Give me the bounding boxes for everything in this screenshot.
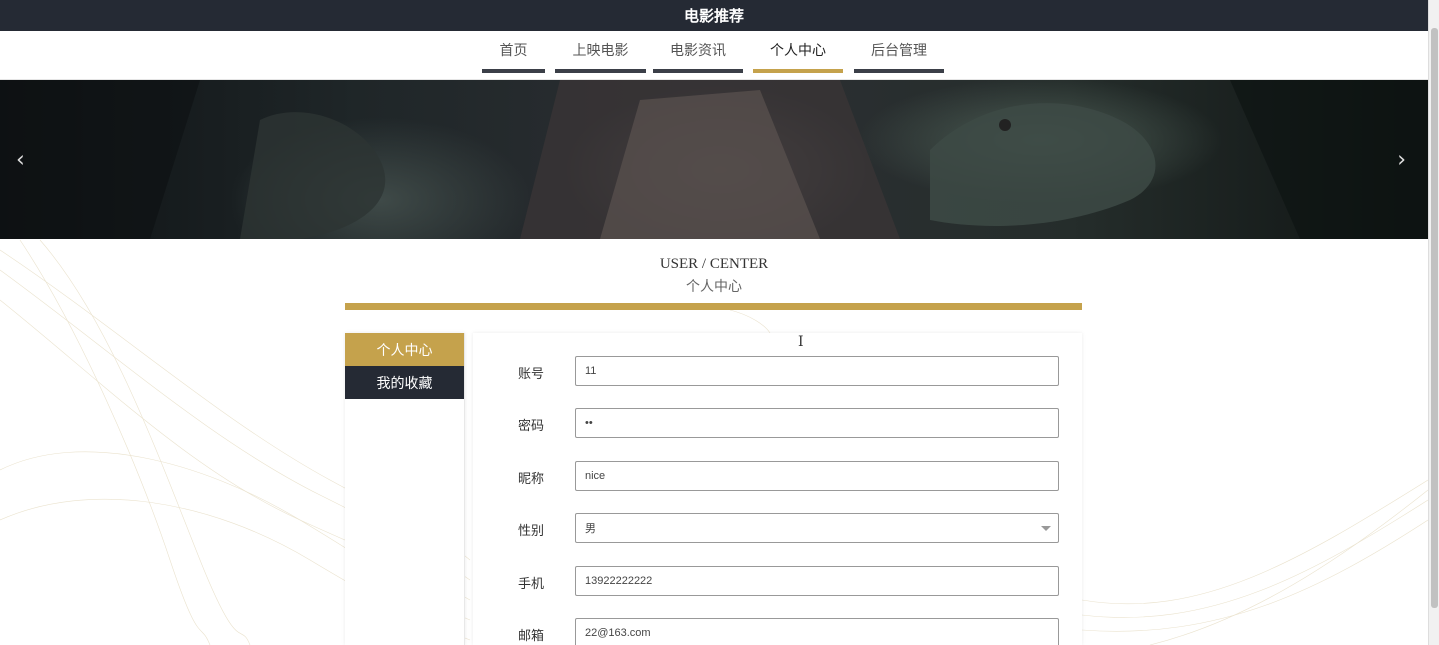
account-input[interactable]: 11 xyxy=(575,356,1059,386)
section-title-cn: 个人中心 xyxy=(686,279,742,295)
scrollbar-thumb[interactable] xyxy=(1431,28,1438,608)
gender-select[interactable]: 男 xyxy=(575,513,1059,543)
password-label: 密码 xyxy=(518,419,545,434)
account-label: 账号 xyxy=(518,367,545,382)
main-nav: 首页 上映电影 电影资讯 个人中心 后台管理 xyxy=(0,31,1428,80)
nav-item-admin[interactable]: 后台管理 xyxy=(854,31,944,73)
text-cursor-icon: I xyxy=(798,334,804,350)
gender-label: 性别 xyxy=(518,524,545,539)
password-input[interactable]: •• xyxy=(575,408,1059,438)
app-title: 电影推荐 xyxy=(683,7,744,25)
nickname-input[interactable]: nice xyxy=(575,461,1059,491)
nav-item-movie-news[interactable]: 电影资讯 xyxy=(653,31,743,73)
sidebar-menu: 个人中心 我的收藏 xyxy=(345,333,465,645)
nav-item-home[interactable]: 首页 xyxy=(482,31,545,73)
nav-item-user-center[interactable]: 个人中心 xyxy=(753,31,843,73)
chevron-left-icon[interactable]: ‹ xyxy=(16,147,25,172)
chevron-down-icon xyxy=(1041,526,1051,531)
phone-label: 手机 xyxy=(518,577,545,592)
email-input[interactable]: 22@163.com xyxy=(575,618,1059,645)
page-scrollbar[interactable] xyxy=(1428,0,1439,645)
hero-banner-carousel: ‹ › xyxy=(0,80,1428,239)
email-label: 邮箱 xyxy=(518,629,545,644)
nickname-label: 昵称 xyxy=(518,472,545,487)
gender-select-value: 男 xyxy=(585,523,596,535)
section-title-en: USER / CENTER xyxy=(659,256,769,272)
app-title-bar: 电影推荐 xyxy=(0,0,1428,31)
chevron-right-icon[interactable]: › xyxy=(1397,147,1406,172)
sidebar-item-favorites[interactable]: 我的收藏 xyxy=(345,366,464,399)
nav-item-now-showing[interactable]: 上映电影 xyxy=(555,31,646,73)
banner-image xyxy=(0,80,1428,239)
phone-input[interactable]: 13922222222 xyxy=(575,566,1059,596)
profile-form: 账号 11 密码 •• 昵称 nice 性别 男 手机 13922222222 … xyxy=(473,333,1082,645)
section-divider xyxy=(345,303,1082,310)
sidebar-item-user-center[interactable]: 个人中心 xyxy=(345,333,464,366)
